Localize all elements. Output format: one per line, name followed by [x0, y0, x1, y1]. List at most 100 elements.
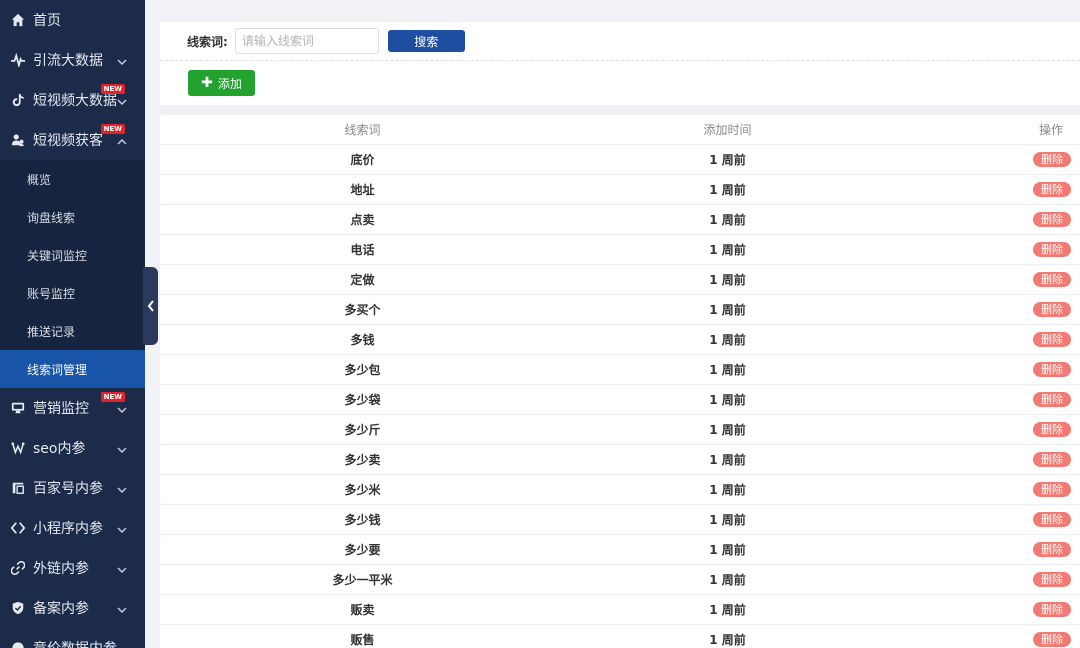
cell-added-time: 1 周前	[565, 594, 890, 625]
cell-added-time: 1 周前	[565, 294, 890, 325]
delete-button[interactable]: 删除	[1033, 451, 1071, 467]
chevron-down-icon	[117, 563, 127, 573]
table-row: 地址 1 周前 删除	[160, 174, 1080, 205]
cell-added-time: 1 周前	[565, 504, 890, 535]
nav-short-video-leads[interactable]: 短视频获客 NEW	[0, 120, 145, 160]
submenu-item-lead-words[interactable]: 线索词管理	[0, 350, 145, 388]
delete-button[interactable]: 删除	[1033, 631, 1071, 647]
table-row: 多买个 1 周前 删除	[160, 294, 1080, 325]
nav-label: 小程序内参	[33, 521, 103, 537]
lead-words-table: 线索词 添加时间 操作 底价 1 周前 删除 地址 1 周前 删除 点卖 1 周前 删除 电话 1 …	[160, 115, 1080, 648]
link-icon	[10, 560, 26, 576]
nav-baijiahao[interactable]: 百家号内参	[0, 468, 145, 508]
new-badge: NEW	[100, 392, 125, 402]
delete-button[interactable]: 删除	[1033, 511, 1071, 527]
cell-lead-word: 电话	[160, 234, 565, 265]
chevron-down-icon	[117, 95, 127, 105]
cell-added-time: 1 周前	[565, 534, 890, 565]
cell-added-time: 1 周前	[565, 414, 890, 445]
submenu-item-account-monitor[interactable]: 账号监控	[0, 274, 145, 312]
cell-added-time: 1 周前	[565, 144, 890, 175]
table-header-row: 线索词 添加时间 操作	[160, 115, 1080, 145]
nav-label: 备案内参	[33, 601, 89, 617]
table-row: 多少钱 1 周前 删除	[160, 504, 1080, 535]
pulse-icon	[10, 52, 26, 68]
users-icon	[10, 132, 26, 148]
cell-lead-word: 多少斤	[160, 414, 565, 445]
search-input[interactable]	[234, 28, 379, 54]
nav-traffic-data[interactable]: 引流大数据	[0, 40, 145, 80]
nav-bidding-data[interactable]: 竞价数据内参	[0, 628, 145, 648]
tiktok-icon	[10, 92, 26, 108]
delete-button[interactable]: 删除	[1033, 481, 1071, 497]
nav-marketing-monitor[interactable]: 营销监控 NEW	[0, 388, 145, 428]
cell-actions: 删除	[890, 204, 1080, 235]
cell-lead-word: 多钱	[160, 324, 565, 355]
add-button[interactable]: ✚ 添加	[188, 70, 255, 96]
chevron-left-icon	[147, 297, 155, 316]
nav-mini-program[interactable]: 小程序内参	[0, 508, 145, 548]
delete-button[interactable]: 删除	[1033, 181, 1071, 197]
column-header-time[interactable]: 添加时间	[565, 115, 890, 145]
cell-actions: 删除	[890, 234, 1080, 265]
section-gap	[160, 105, 1080, 115]
submenu-item-inquiries[interactable]: 询盘线索	[0, 198, 145, 236]
nav-label: seo内参	[33, 441, 86, 457]
delete-button[interactable]: 删除	[1033, 421, 1071, 437]
cell-lead-word: 定做	[160, 264, 565, 295]
cell-actions: 删除	[890, 294, 1080, 325]
table-row: 多少一平米 1 周前 删除	[160, 564, 1080, 595]
delete-button[interactable]: 删除	[1033, 391, 1071, 407]
submenu-item-keyword-monitor[interactable]: 关键词监控	[0, 236, 145, 274]
monitor-icon	[10, 400, 26, 416]
cell-actions: 删除	[890, 534, 1080, 565]
chevron-down-icon	[117, 443, 127, 453]
cell-actions: 删除	[890, 324, 1080, 355]
table-row: 贩售 1 周前 删除	[160, 624, 1080, 648]
cell-actions: 删除	[890, 354, 1080, 385]
add-button-label: 添加	[217, 76, 242, 91]
nav-seo[interactable]: seo内参	[0, 428, 145, 468]
nav-label: 短视频获客	[33, 133, 103, 149]
delete-button[interactable]: 删除	[1033, 241, 1071, 257]
delete-button[interactable]: 删除	[1033, 211, 1071, 227]
delete-button[interactable]: 删除	[1033, 571, 1071, 587]
cell-lead-word: 多少袋	[160, 384, 565, 415]
cell-added-time: 1 周前	[565, 444, 890, 475]
nav-external-links[interactable]: 外链内参	[0, 548, 145, 588]
cell-actions: 删除	[890, 594, 1080, 625]
cell-lead-word: 多少一平米	[160, 564, 565, 595]
cell-actions: 删除	[890, 144, 1080, 175]
search-button[interactable]: 搜索	[387, 30, 465, 52]
sidebar-collapse-button[interactable]	[143, 267, 158, 345]
delete-button[interactable]: 删除	[1033, 331, 1071, 347]
chevron-down-icon	[117, 483, 127, 493]
nav-label: 百家号内参	[33, 481, 103, 497]
cell-actions: 删除	[890, 564, 1080, 595]
cell-actions: 删除	[890, 504, 1080, 535]
baijiahao-icon	[10, 480, 26, 496]
delete-button[interactable]: 删除	[1033, 601, 1071, 617]
cell-actions: 删除	[890, 174, 1080, 205]
seo-icon	[10, 440, 26, 456]
chevron-down-icon	[117, 403, 127, 413]
nav-short-video-data[interactable]: 短视频大数据 NEW	[0, 80, 145, 120]
filter-panel: 线索词: 搜索 ✚ 添加	[160, 22, 1080, 105]
delete-button[interactable]: 删除	[1033, 301, 1071, 317]
delete-button[interactable]: 删除	[1033, 541, 1071, 557]
nav-label: 竞价数据内参	[33, 638, 117, 648]
miniprogram-icon	[10, 520, 26, 536]
cell-added-time: 1 周前	[565, 174, 890, 205]
delete-button[interactable]: 删除	[1033, 361, 1071, 377]
table-row: 多钱 1 周前 删除	[160, 324, 1080, 355]
delete-button[interactable]: 删除	[1033, 151, 1071, 167]
nav-home[interactable]: 首页	[0, 0, 145, 40]
cell-added-time: 1 周前	[565, 474, 890, 505]
submenu-item-push-records[interactable]: 推送记录	[0, 312, 145, 350]
cell-lead-word: 贩售	[160, 624, 565, 648]
submenu-item-overview[interactable]: 概览	[0, 160, 145, 198]
cell-lead-word: 多少要	[160, 534, 565, 565]
nav-icp-filing[interactable]: 备案内参	[0, 588, 145, 628]
delete-button[interactable]: 删除	[1033, 271, 1071, 287]
column-header-word[interactable]: 线索词	[160, 115, 565, 145]
